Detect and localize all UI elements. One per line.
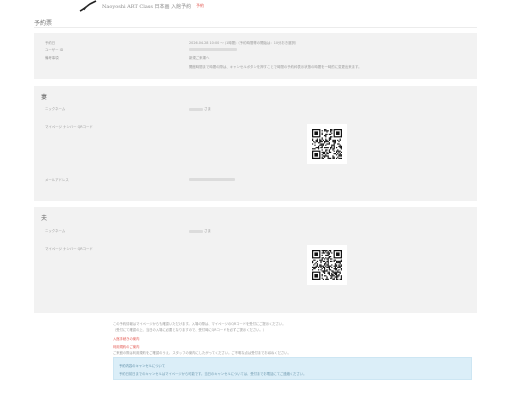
remarks-label: 備考事項 [45,56,59,60]
wife-email-label: メールアドレス [45,178,69,182]
site-title[interactable]: Naoyoshi ART Class 日本画 入館予約 [102,3,191,10]
husband-qr-code [307,245,347,285]
wife-name-value: さま [189,106,211,111]
husband-name-value: さま [189,228,211,233]
terms-link[interactable]: 利用規約のご案内 [113,344,139,349]
note-line-2: （受付にて確認の上、当日の入場に必要となりますので、受付時にQRコードを必ずご提… [113,328,267,332]
info-body: 予約日前日までのキャンセルはマイページから可能です。当日のキャンセルについては、… [119,372,307,376]
divider [34,27,477,28]
qr-code-icon [312,129,342,159]
user-id-value [189,47,237,51]
remarks-value: 新規ご来場へ [189,56,210,60]
top-bar: Naoyoshi ART Class 日本画 入館予約 予約 [0,0,511,14]
husband-panel: 夫 ニックネーム さま マイページ ナンバー QRコード [34,207,477,313]
wife-email-value [189,177,235,181]
wife-heading: 妻 [41,94,48,101]
wife-name-suffix: さま [204,107,211,111]
nav-reservation-link[interactable]: 予約 [196,3,204,9]
reservation-date-label: 予約日 [45,41,56,45]
note-line-1: この予約情報はマイページからも確認いただけます。入場の際は、マイページのQRコー… [113,322,286,326]
husband-qr-label: マイページ ナンバー QRコード [45,247,93,251]
ink-brush-logo[interactable] [79,0,97,12]
husband-heading: 夫 [41,215,48,222]
remarks-note: 開館時間まで時間の際は、キャンセルボタンを押すことで時間の予約枠表示状態の時間を… [189,65,362,69]
wife-qr-label: マイページ ナンバー QRコード [45,125,93,129]
user-id-label: ユーザー ID [45,48,64,52]
cancellation-info-box: 予約内容のキャンセルについて 予約日前日までのキャンセルはマイページから可能です… [113,357,472,380]
entry-procedure-link[interactable]: 入館手続きの案内 [113,336,139,341]
husband-name-label: ニックネーム [45,229,66,233]
reservation-details-panel: 予約日 2026.04.28 10:00 〜 (1時間)（予約時間帯の開始は：1… [34,33,477,79]
note-line-3: ご来館の際は利用規約をご確認のうえ、スタッフの案内にしたがってください。ご不明な… [113,351,291,355]
info-title: 予約内容のキャンセルについて [119,364,166,368]
wife-qr-code [307,124,347,164]
wife-panel: 妻 ニックネーム さま マイページ ナンバー QRコード メールアドレス [34,86,477,201]
wife-name-label: ニックネーム [45,107,66,111]
qr-code-icon [312,250,342,280]
reservation-date-value: 2026.04.28 10:00 〜 (1時間)（予約時間帯の開始は：10分おき… [189,41,299,45]
husband-name-suffix: さま [204,229,211,233]
page-title: 予約票 [34,20,53,27]
